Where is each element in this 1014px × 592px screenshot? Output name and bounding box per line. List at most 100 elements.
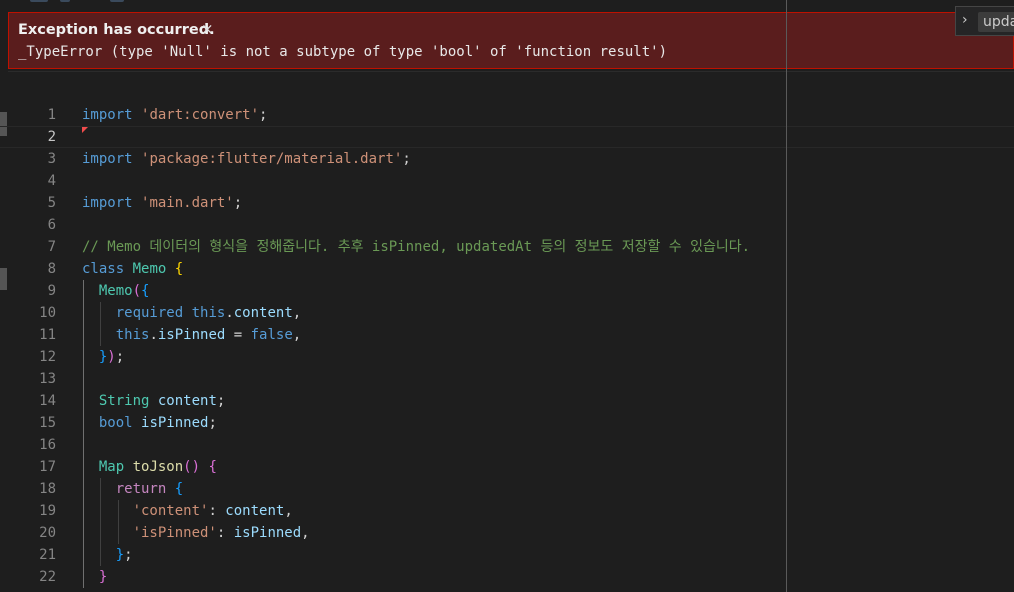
code-token: return [115,481,167,497]
code-token: , [284,503,293,519]
code-token: , [292,305,302,321]
code-token: bool [98,415,133,431]
code-line[interactable]: 15 bool isPinned; [0,412,1014,434]
code-line[interactable]: 22 } [0,566,1014,588]
line-number: 21 [39,547,56,563]
code-token: ; [124,547,133,563]
code-token: content [225,503,285,519]
code-token: ) [107,349,116,365]
code-token: , [292,327,302,343]
code-token: ; [233,195,243,211]
code-token: import [82,107,133,123]
line-number: 8 [47,261,56,277]
code-line[interactable]: 12 }); [0,346,1014,368]
code-token: this [191,305,226,321]
code-line[interactable]: 21 }; [0,544,1014,566]
code-text: // Memo 데이터의 형식을 정해줍니다. 추후 isPinned, upd… [82,236,750,258]
indent-guide [100,478,101,566]
code-token: { [208,459,217,475]
find-widget[interactable]: › upda [955,6,1014,36]
code-token: false [250,327,293,343]
find-input[interactable]: upda [978,12,1014,32]
line-number: 14 [39,393,56,409]
code-line[interactable]: 11 this.isPinned = false, [0,324,1014,346]
code-text: } [82,566,107,588]
code-line[interactable]: 18 return { [0,478,1014,500]
code-token: Memo [132,261,167,277]
code-text: bool isPinned; [82,412,217,434]
code-token: isPinned [233,525,302,541]
line-number: 3 [47,151,56,167]
code-token: () [183,459,201,475]
code-token: toJson [132,459,184,475]
code-text: }); [82,346,124,368]
code-line[interactable]: 9 Memo({ [0,280,1014,302]
line-number: 13 [39,371,56,387]
code-text: 'content': content, [82,500,293,522]
code-line[interactable]: 20 'isPinned': isPinned, [0,522,1014,544]
code-token: 'content' [132,503,209,519]
line-number: 9 [47,283,56,299]
chevron-right-icon[interactable]: › [962,12,968,28]
editor-ruler [786,0,787,592]
code-token: Map [98,459,125,475]
line-number: 5 [47,195,56,211]
code-line[interactable]: 16 [0,434,1014,456]
line-number: 22 [39,569,56,585]
code-token: isPinned [141,415,209,431]
line-number: 12 [39,349,56,365]
code-line[interactable]: 1 import 'dart:convert'; [0,104,1014,126]
exception-message: _TypeError (type 'Null' is not a subtype… [18,44,668,60]
code-token: , [301,525,310,541]
code-token: . [149,327,158,343]
code-token: { [174,481,184,497]
code-line[interactable]: 7 // Memo 데이터의 형식을 정해줍니다. 추후 isPinned, up… [0,236,1014,258]
close-icon[interactable]: × [201,20,214,38]
code-line[interactable]: 14 String content; [0,390,1014,412]
code-line[interactable]: 5 import 'main.dart'; [0,192,1014,214]
code-line[interactable]: 19 'content': content, [0,500,1014,522]
line-number: 2 [47,129,56,145]
cut-off-token [110,0,124,2]
code-line[interactable]: 2 [0,126,1014,148]
line-number: 15 [39,415,56,431]
code-text: required this.content, [82,302,301,324]
code-line[interactable]: 17 Map toJson() { [0,456,1014,478]
code-token: import [82,195,133,211]
code-token: } [115,547,125,563]
code-token: { [141,283,150,299]
code-token: ; [208,415,217,431]
code-token: : [216,525,234,541]
cut-off-token [60,0,70,2]
code-line[interactable]: 13 [0,368,1014,390]
code-token: = [225,327,251,343]
code-line[interactable]: 10 required this.content, [0,302,1014,324]
code-token: 'dart:convert' [141,107,260,123]
code-line[interactable]: 6 [0,214,1014,236]
code-token: 'main.dart' [141,195,234,211]
code-token: { [174,261,184,277]
line-number: 4 [47,173,56,189]
code-line[interactable]: 8 class Memo { [0,258,1014,280]
code-line[interactable]: 3 import 'package:flutter/material.dart'; [0,148,1014,170]
code-token: ; [115,349,125,365]
code-token: // Memo 데이터의 형식을 정해줍니다. 추후 isPinned, upd… [82,239,751,255]
code-token: content [233,305,293,321]
exception-banner: Exception has occurred. × _TypeError (ty… [8,12,1014,69]
code-line[interactable]: 4 [0,170,1014,192]
line-number: 18 [39,481,56,497]
code-token: import [82,151,133,167]
code-text: return { [82,478,183,500]
top-strip [0,0,1014,12]
